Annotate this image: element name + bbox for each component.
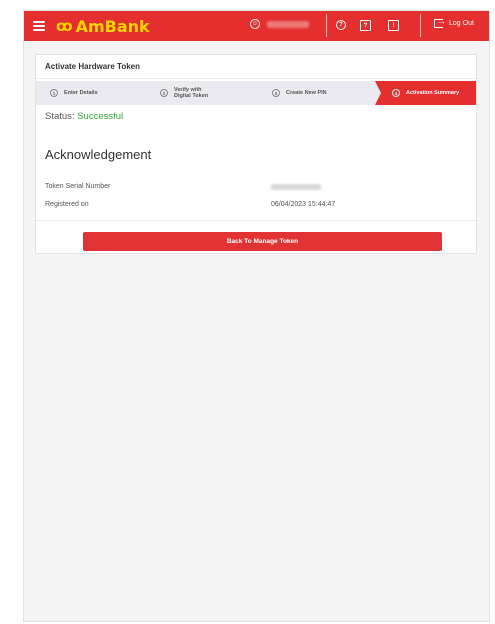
logo-text: AmBank xyxy=(75,16,150,36)
logout-label: Log Out xyxy=(449,20,474,27)
logout-icon xyxy=(434,16,446,28)
progress-steps: 1 Enter Details 2 Verify with Digital To… xyxy=(36,81,476,105)
divider xyxy=(36,220,476,221)
user-icon: ☺ xyxy=(250,19,260,29)
menu-icon[interactable] xyxy=(33,21,45,31)
page-title: Activate Hardware Token xyxy=(36,55,476,79)
help-icon[interactable]: ? xyxy=(336,20,346,30)
activation-card: Activate Hardware Token 1 Enter Details … xyxy=(35,54,477,254)
step-verify-digital-token: 2 Verify with Digital Token xyxy=(160,81,216,105)
ambank-logo[interactable]: ꝏ AmBank xyxy=(56,17,150,36)
field-label-registered-on: Registered on xyxy=(45,201,89,208)
divider xyxy=(420,14,421,37)
user-profile[interactable]: ☺ xyxy=(250,19,309,29)
id-card-icon[interactable]: ? xyxy=(360,20,371,31)
status-line: Status: Successful xyxy=(45,111,123,122)
field-value-registered-on: 06/04/2023 15:44:47 xyxy=(271,201,336,208)
app-frame: ꝏ AmBank ☺ ? ? ! Log Out Activate Hardwa… xyxy=(23,10,490,622)
field-value-token-serial xyxy=(271,184,321,190)
status-label: Status: xyxy=(45,111,75,122)
back-to-manage-token-button[interactable]: Back To Manage Token xyxy=(83,232,442,251)
status-value: Successful xyxy=(77,111,124,122)
field-label-token-serial: Token Serial Number xyxy=(45,183,111,190)
step-create-new-pin: 3 Create New PIN xyxy=(272,81,327,105)
top-bar: ꝏ AmBank ☺ ? ? ! Log Out xyxy=(24,11,489,41)
section-title: Acknowledgement xyxy=(45,147,152,162)
step-activation-summary: 4 Activation Summary xyxy=(375,81,476,105)
message-icon[interactable]: ! xyxy=(388,20,399,31)
logo-mark: ꝏ xyxy=(56,17,73,35)
step-enter-details: 1 Enter Details xyxy=(50,81,98,105)
redacted-value xyxy=(271,184,321,190)
divider xyxy=(326,14,327,37)
logout-button[interactable]: Log Out xyxy=(434,16,474,28)
user-name-redacted xyxy=(267,20,309,28)
